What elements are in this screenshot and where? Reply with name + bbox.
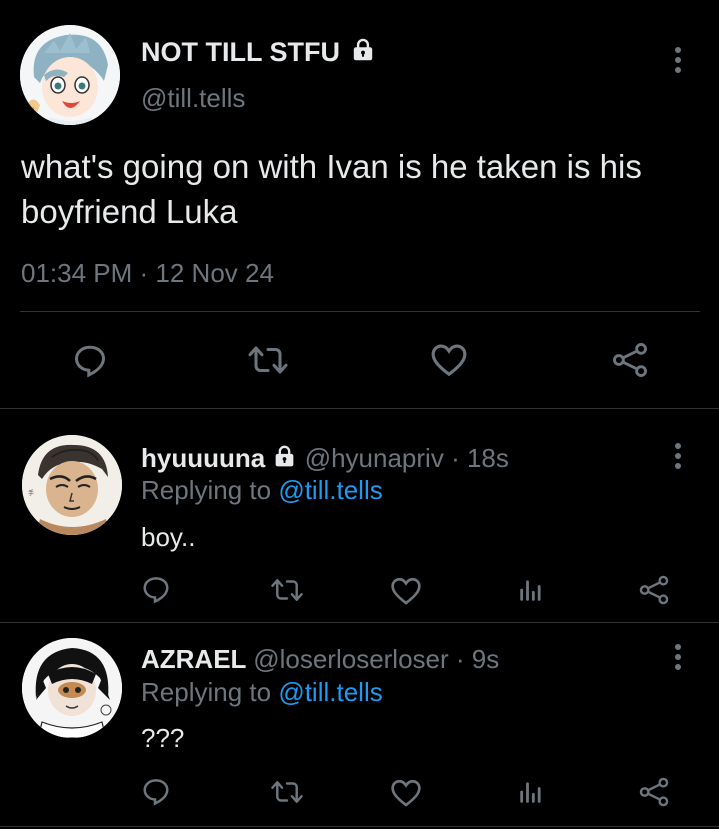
replying-to-label: Replying to xyxy=(141,677,272,707)
main-handle[interactable]: @till.tells xyxy=(141,82,245,114)
more-icon[interactable] xyxy=(668,45,688,75)
like-icon[interactable] xyxy=(390,576,422,611)
more-icon[interactable] xyxy=(668,642,688,672)
retweet-icon[interactable] xyxy=(270,575,304,610)
reply-handle[interactable]: @loserloserloser xyxy=(253,644,448,674)
reply-icon[interactable] xyxy=(141,574,171,609)
lock-icon xyxy=(272,444,297,476)
reply-icon[interactable] xyxy=(72,342,108,383)
replying-to-line: Replying to @till.tells xyxy=(141,474,383,506)
retweet-icon[interactable] xyxy=(247,342,289,383)
reply-tweet[interactable]: 手 hyuuuuna @hyunapriv · 18s Replying to … xyxy=(0,409,719,622)
replying-to-link[interactable]: @till.tells xyxy=(278,475,382,505)
stats-icon[interactable] xyxy=(517,777,545,812)
main-tweet: NOT TILL STFU @till.tells what's going o… xyxy=(0,0,719,408)
reply-time[interactable]: · 9s xyxy=(456,644,499,674)
reply-avatar[interactable]: 手 xyxy=(22,435,122,535)
main-display-name-text[interactable]: NOT TILL STFU xyxy=(141,37,340,67)
share-icon[interactable] xyxy=(610,341,650,384)
share-icon[interactable] xyxy=(638,574,670,611)
sketch-avatar-image xyxy=(22,638,122,738)
main-display-name[interactable]: NOT TILL STFU xyxy=(141,35,376,71)
lock-icon xyxy=(350,37,376,71)
reply-display-name[interactable]: hyuuuuna @hyunapriv · 18s xyxy=(141,442,509,476)
more-icon[interactable] xyxy=(668,441,688,471)
reply-text: ??? xyxy=(141,723,185,753)
tweet-text-line-1: what's going on with Ivan is he taken is… xyxy=(21,148,642,185)
reply-text: boy.. xyxy=(141,522,196,552)
tweet-text-line-2: boyfriend Luka xyxy=(21,193,238,230)
reply-time[interactable]: · 18s xyxy=(451,443,509,473)
reply-display-name-text[interactable]: AZRAEL xyxy=(141,644,246,674)
main-tweet-avatar[interactable] xyxy=(20,25,120,125)
anime-avatar-image xyxy=(20,25,120,125)
reply-display-name[interactable]: AZRAEL @loserloserloser · 9s xyxy=(141,643,499,675)
tweet-timestamp[interactable]: 01:34 PM · 12 Nov 24 xyxy=(21,257,274,289)
reply-tweet[interactable]: AZRAEL @loserloserloser · 9s Replying to… xyxy=(0,623,719,829)
reply-handle[interactable]: @hyunapriv xyxy=(305,443,444,473)
replying-to-line: Replying to @till.tells xyxy=(141,676,383,708)
share-icon[interactable] xyxy=(638,776,670,813)
replying-to-label: Replying to xyxy=(141,475,272,505)
sketch-avatar-image: 手 xyxy=(22,435,122,535)
svg-text:手: 手 xyxy=(28,489,34,497)
reply-display-name-text[interactable]: hyuuuuna xyxy=(141,443,265,473)
timestamp-divider xyxy=(20,311,700,312)
bottom-divider xyxy=(0,826,719,827)
retweet-icon[interactable] xyxy=(270,777,304,812)
stats-icon[interactable] xyxy=(517,575,545,610)
reply-icon[interactable] xyxy=(141,776,171,811)
replying-to-link[interactable]: @till.tells xyxy=(278,677,382,707)
like-icon[interactable] xyxy=(390,778,422,813)
like-icon[interactable] xyxy=(430,342,468,383)
reply-avatar[interactable] xyxy=(22,638,122,738)
